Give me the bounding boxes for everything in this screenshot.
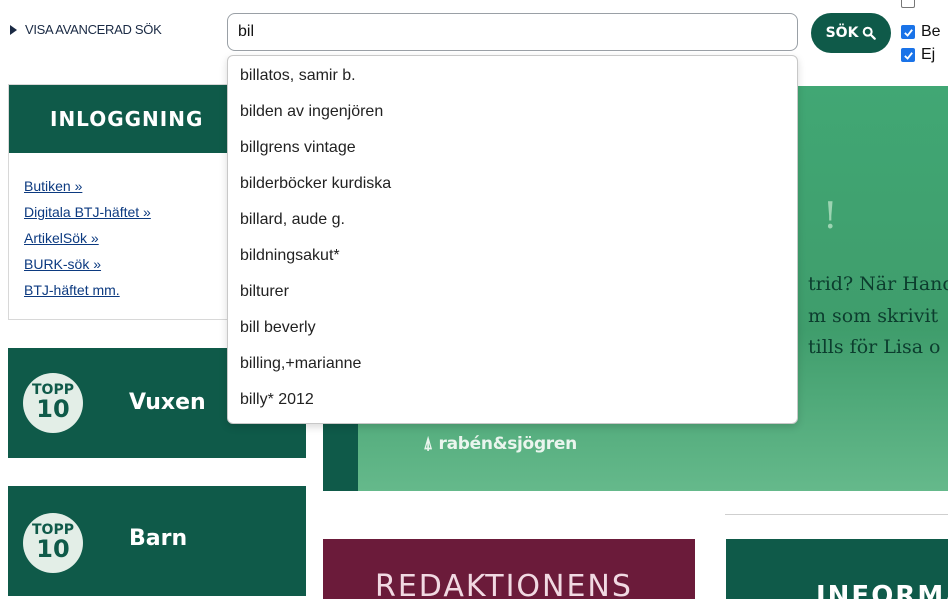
banner-text-line: tills för Lisa o xyxy=(808,336,941,358)
search-button[interactable]: SÖK xyxy=(811,13,891,53)
link-butiken[interactable]: Butiken » xyxy=(24,177,151,195)
option-label: Ej xyxy=(921,46,936,63)
autocomplete-item[interactable]: billing,+marianne xyxy=(240,346,361,381)
redaktionens-tile[interactable]: REDAKTIONENS xyxy=(323,539,695,599)
link-burk-sok[interactable]: BURK-sök » xyxy=(24,255,151,273)
link-artikelsok[interactable]: ArtikelSök » xyxy=(24,229,151,247)
advanced-search-link[interactable]: VISA AVANCERAD SÖK xyxy=(10,22,162,37)
advanced-search-label: VISA AVANCERAD SÖK xyxy=(25,22,162,37)
autocomplete-item[interactable]: bilden av ingenjören xyxy=(240,94,383,129)
option-checkbox-row[interactable]: Ej xyxy=(901,46,935,64)
topp10-badge: TOPP 10 xyxy=(23,373,83,433)
checkbox-unchecked[interactable] xyxy=(901,0,915,8)
autocomplete-item[interactable]: bilturer xyxy=(240,274,289,309)
autocomplete-item[interactable]: billard, aude g. xyxy=(240,202,345,237)
triangle-right-icon xyxy=(10,24,17,35)
login-links: Butiken » Digitala BTJ-häftet » ArtikelS… xyxy=(24,177,151,299)
link-btj-haftet[interactable]: BTJ-häftet mm. xyxy=(24,281,151,299)
option-label: Be xyxy=(921,23,941,40)
publisher-logo: ⍋ rabén&sjögren xyxy=(423,434,577,454)
search-icon xyxy=(863,26,877,40)
topp10-barn-label: Barn xyxy=(129,526,188,551)
search-input[interactable] xyxy=(227,13,798,51)
banner-text-line: m som skrivit xyxy=(808,305,939,327)
publisher-leaf-icon: ⍋ xyxy=(423,434,439,454)
banner-exclamation: ! xyxy=(823,196,838,237)
option-checkbox-hidden[interactable] xyxy=(901,0,915,8)
information-tile[interactable]: INFORMA xyxy=(726,539,948,599)
checkbox-checked-icon[interactable] xyxy=(901,25,915,39)
autocomplete-dropdown: billatos, samir b. bilden av ingenjören … xyxy=(227,55,798,424)
checkbox-checked-icon[interactable] xyxy=(901,48,915,62)
banner-text-line: trid? När Hand xyxy=(808,273,948,295)
autocomplete-item[interactable]: billy* 2012 xyxy=(240,382,314,417)
autocomplete-item[interactable]: bilderböcker kurdiska xyxy=(240,166,391,201)
link-digitala-btj[interactable]: Digitala BTJ-häftet » xyxy=(24,203,151,221)
search-button-label: SÖK xyxy=(825,25,859,41)
autocomplete-item[interactable]: billatos, samir b. xyxy=(240,58,356,93)
option-checkbox-row[interactable]: Be xyxy=(901,23,941,41)
divider xyxy=(725,514,948,515)
autocomplete-item[interactable]: billgrens vintage xyxy=(240,130,356,165)
topp10-barn-tile[interactable]: TOPP 10 Barn xyxy=(8,486,306,596)
autocomplete-item[interactable]: bill beverly xyxy=(240,310,316,345)
autocomplete-item[interactable]: bildningsakut* xyxy=(240,238,340,273)
topp10-badge: TOPP 10 xyxy=(23,513,83,573)
topp10-vuxen-label: Vuxen xyxy=(129,390,206,415)
